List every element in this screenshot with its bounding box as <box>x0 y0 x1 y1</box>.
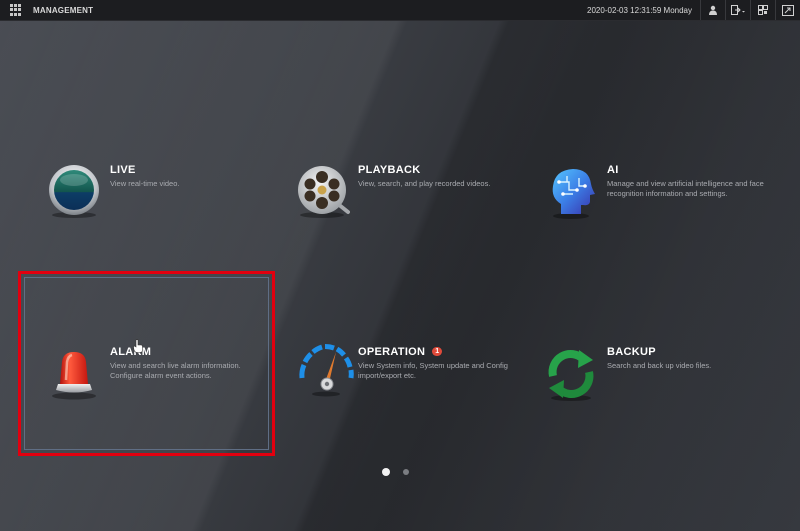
display-switch-icon[interactable] <box>776 0 800 20</box>
page-dot-2[interactable] <box>403 469 409 475</box>
tile-title: LIVE <box>110 164 136 176</box>
user-icon[interactable] <box>701 0 725 20</box>
tile-title-text: OPERATION <box>358 346 426 358</box>
mouse-pointer-icon <box>133 339 143 358</box>
tile-description: View, search, and play recorded videos. <box>358 179 491 188</box>
tile-operation[interactable]: OPERATION 1 View System info, System upda… <box>266 332 516 432</box>
tile-description: Manage and view artificial intelligence … <box>607 179 764 198</box>
tile-title: BACKUP <box>607 346 656 358</box>
logout-icon[interactable] <box>726 0 750 20</box>
page-indicator <box>382 468 409 476</box>
tile-description: View real-time video. <box>110 179 180 188</box>
page-title: MANAGEMENT <box>33 5 94 15</box>
tile-description: Search and back up video files. <box>607 361 712 370</box>
tile-alarm[interactable]: ALARM View and search live alarm informa… <box>18 332 268 432</box>
tile-playback[interactable]: PLAYBACK View, search, and play recorded… <box>266 150 516 250</box>
page-dot-1[interactable] <box>382 468 390 476</box>
live-icon <box>46 164 102 220</box>
tile-title: PLAYBACK <box>358 164 421 176</box>
tile-backup[interactable]: BACKUP Search and back up video files. <box>515 332 765 432</box>
tile-description: View and search live alarm information. … <box>110 361 241 380</box>
alarm-light-icon <box>46 346 102 402</box>
tile-title: ALARM <box>110 346 152 358</box>
tile-title: OPERATION 1 <box>358 346 443 358</box>
ai-head-icon <box>543 164 599 220</box>
notification-badge: 1 <box>432 347 443 356</box>
tile-description: View System info, System update and Conf… <box>358 361 508 380</box>
datetime-display: 2020-02-03 12:31:59 Monday <box>587 5 692 15</box>
tile-live[interactable]: LIVE View real-time video. <box>18 150 268 250</box>
film-reel-icon <box>294 164 350 220</box>
qr-code-icon[interactable] <box>751 0 775 20</box>
main-menu-grid-icon[interactable] <box>10 4 22 16</box>
gauge-icon <box>294 338 354 397</box>
sync-arrows-icon <box>543 346 599 402</box>
tile-title: AI <box>607 164 619 176</box>
tile-ai[interactable]: AI Manage and view artificial intelligen… <box>515 150 765 250</box>
top-bar: MANAGEMENT 2020-02-03 12:31:59 Monday <box>0 0 800 21</box>
